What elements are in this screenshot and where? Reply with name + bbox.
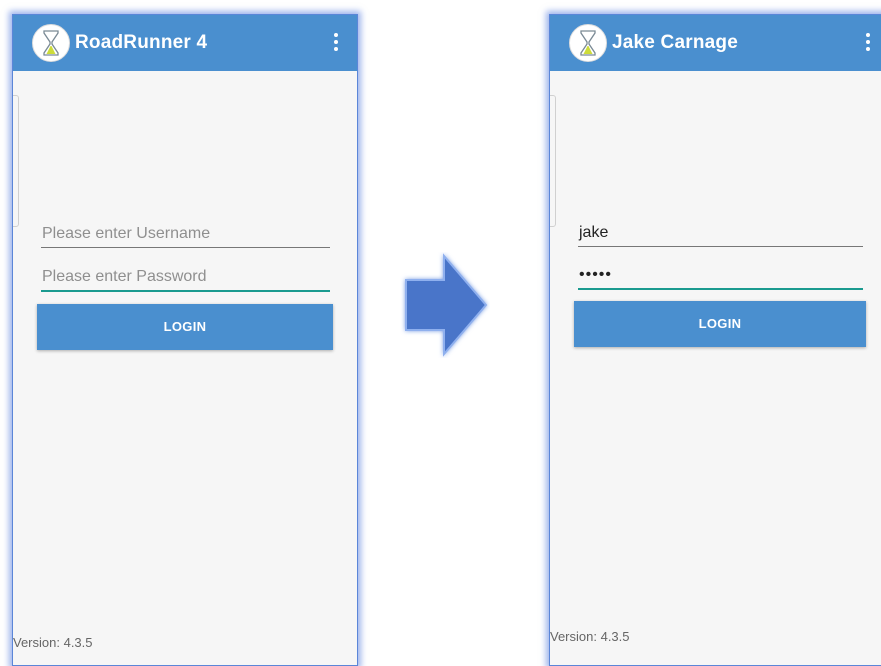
username-input[interactable]: jake bbox=[578, 220, 863, 247]
overflow-menu-icon[interactable] bbox=[863, 33, 873, 53]
hourglass-logo-icon bbox=[32, 24, 70, 62]
password-input[interactable]: ••••• bbox=[578, 262, 863, 290]
login-button[interactable]: LOGIN bbox=[37, 304, 333, 350]
username-input[interactable]: Please enter Username bbox=[41, 221, 330, 248]
side-drawer-handle[interactable] bbox=[550, 95, 556, 227]
login-screen-before: RoadRunner 4 Please enter Username Pleas… bbox=[12, 14, 358, 666]
hourglass-logo-icon bbox=[569, 24, 607, 62]
login-button[interactable]: LOGIN bbox=[574, 301, 866, 347]
version-label: Version: 4.3.5 bbox=[550, 629, 630, 644]
password-input[interactable]: Please enter Password bbox=[41, 264, 330, 292]
side-drawer-handle[interactable] bbox=[13, 95, 19, 227]
version-label: Version: 4.3.5 bbox=[13, 635, 93, 650]
app-bar: Jake Carnage bbox=[550, 15, 881, 71]
login-screen-after: Jake Carnage jake ••••• LOGIN Version: 4… bbox=[549, 14, 881, 666]
app-title: Jake Carnage bbox=[612, 32, 738, 53]
overflow-menu-icon[interactable] bbox=[331, 33, 341, 53]
app-bar: RoadRunner 4 bbox=[13, 15, 357, 71]
app-title: RoadRunner 4 bbox=[75, 32, 208, 53]
arrow-right-icon bbox=[400, 252, 490, 363]
